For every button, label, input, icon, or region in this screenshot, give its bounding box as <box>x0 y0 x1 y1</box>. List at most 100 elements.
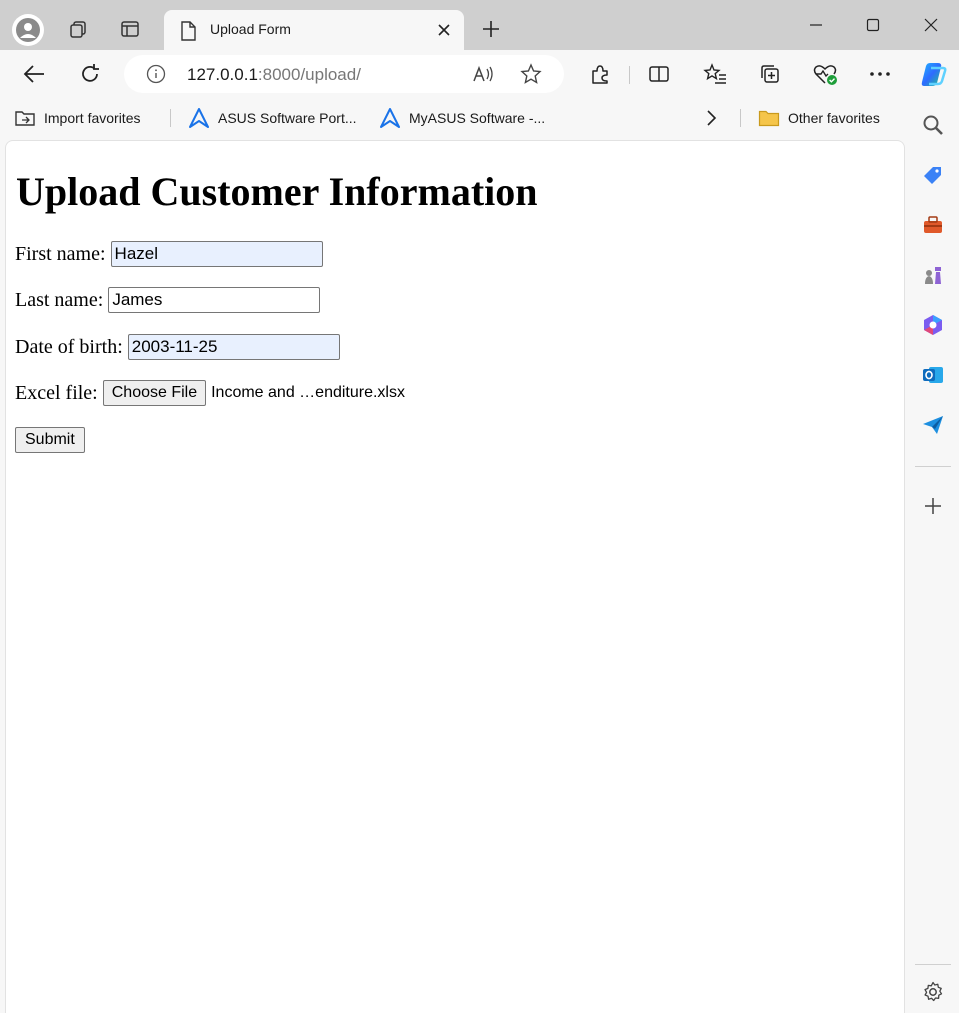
edge-sidebar <box>907 98 959 1013</box>
more-icon <box>870 72 890 76</box>
date-of-birth-label: Date of birth: <box>15 335 123 358</box>
favorite-myasus-software[interactable]: MyASUS Software -... <box>379 108 545 128</box>
collections-icon <box>761 65 779 83</box>
back-button[interactable] <box>20 60 48 88</box>
browser-essentials-button[interactable] <box>811 60 839 88</box>
tab-actions-icon <box>121 21 139 37</box>
workspaces-icon <box>70 21 86 38</box>
address-bar[interactable]: 127.0.0.1:8000/upload/ <box>124 55 564 93</box>
close-tab-icon[interactable] <box>434 20 454 40</box>
last-name-input[interactable] <box>108 287 321 313</box>
close-window-button[interactable] <box>917 12 945 38</box>
favorites-list-icon <box>703 63 726 84</box>
copilot-button[interactable] <box>918 59 948 89</box>
tab-upload-form[interactable]: Upload Form <box>164 10 464 50</box>
search-icon <box>923 115 943 135</box>
sidebar-microsoft-365-button[interactable] <box>921 313 945 337</box>
sidebar-divider <box>915 466 951 467</box>
url-host: 127.0.0.1 <box>187 65 258 84</box>
puzzle-icon <box>592 65 608 84</box>
refresh-button[interactable] <box>76 60 104 88</box>
extensions-button[interactable] <box>586 60 614 88</box>
favorite-label: MyASUS Software -... <box>409 110 546 126</box>
other-favorites-label: Other favorites <box>788 110 880 126</box>
page-viewport: Upload Customer Information First name: … <box>5 140 905 1013</box>
favorite-import[interactable]: Import favorites <box>14 108 140 128</box>
last-name-label: Last name: <box>15 288 104 311</box>
favorite-asus-software-portal[interactable]: ASUS Software Port... <box>188 108 357 128</box>
plus-icon <box>925 498 941 514</box>
first-name-label: First name: <box>15 242 106 265</box>
excel-file-row: Excel file: Choose File Income and …endi… <box>15 380 405 406</box>
submit-button[interactable]: Submit <box>15 427 85 453</box>
collections-button[interactable] <box>756 60 784 88</box>
sidebar-drop-button[interactable] <box>921 413 945 437</box>
choose-file-button[interactable]: Choose File <box>102 380 207 406</box>
settings-and-more-button[interactable] <box>866 60 894 88</box>
microsoft-365-icon <box>924 315 942 335</box>
sidebar-tools-button[interactable] <box>921 213 945 237</box>
minimize-icon <box>810 24 822 26</box>
chess-pieces-icon <box>925 267 941 284</box>
favorites-divider <box>170 109 171 127</box>
submit-row: Submit <box>15 427 85 453</box>
sidebar-games-button[interactable] <box>921 263 945 287</box>
tab-title: Upload Form <box>210 21 291 37</box>
sidebar-divider <box>915 964 951 965</box>
sidebar-search-button[interactable] <box>921 113 945 137</box>
date-of-birth-row: Date of birth: <box>15 334 340 360</box>
import-favorites-icon <box>15 111 35 126</box>
add-favorite-star-icon[interactable] <box>520 63 542 89</box>
date-of-birth-input[interactable] <box>127 334 340 360</box>
favorite-label: ASUS Software Port... <box>218 110 357 126</box>
toolbar: 127.0.0.1:8000/upload/ <box>0 50 959 98</box>
asus-logo-icon <box>380 108 400 128</box>
close-icon <box>924 18 938 32</box>
workspaces-button[interactable] <box>62 13 94 45</box>
shopping-tag-icon <box>924 167 941 184</box>
new-tab-button[interactable] <box>478 16 504 42</box>
page-heading: Upload Customer Information <box>16 169 538 214</box>
person-icon <box>16 18 40 42</box>
outlook-icon <box>923 367 943 383</box>
sidebar-add-button[interactable] <box>921 494 945 518</box>
copilot-icon <box>921 63 947 86</box>
gear-icon <box>924 981 943 1002</box>
maximize-icon <box>866 18 880 32</box>
last-name-row: Last name: <box>15 287 321 313</box>
plus-icon <box>483 21 499 37</box>
page-icon <box>180 21 196 45</box>
first-name-row: First name: <box>15 241 323 267</box>
favorites-divider <box>740 109 741 127</box>
minimize-button[interactable] <box>802 12 830 38</box>
back-arrow-icon <box>23 65 44 83</box>
site-info-icon[interactable] <box>146 64 166 88</box>
vertical-tabs-button[interactable] <box>114 13 146 45</box>
toolbox-icon <box>924 216 942 233</box>
refresh-icon <box>82 64 99 82</box>
url-path: :8000/upload/ <box>257 65 361 84</box>
url-text[interactable]: 127.0.0.1:8000/upload/ <box>187 65 361 85</box>
first-name-input[interactable] <box>110 241 323 267</box>
favorites-button[interactable] <box>701 60 729 88</box>
heart-pulse-icon <box>813 65 837 85</box>
favorite-label: Import favorites <box>44 110 141 126</box>
selected-file-name: Income and …enditure.xlsx <box>211 384 405 401</box>
profile-avatar[interactable] <box>12 14 44 46</box>
split-screen-icon <box>649 66 669 82</box>
send-plane-icon <box>923 416 943 434</box>
sidebar-settings-button[interactable] <box>921 980 945 1004</box>
title-bar: Upload Form <box>0 0 959 50</box>
split-screen-button[interactable] <box>645 60 673 88</box>
asus-logo-icon <box>189 108 209 128</box>
maximize-button[interactable] <box>859 12 887 38</box>
sidebar-shopping-button[interactable] <box>921 163 945 187</box>
sidebar-outlook-button[interactable] <box>921 363 945 387</box>
read-aloud-icon[interactable] <box>472 63 494 89</box>
favorites-overflow-button[interactable] <box>704 108 718 128</box>
favorite-other-favorites[interactable]: Other favorites <box>758 108 880 128</box>
folder-icon <box>758 110 780 127</box>
toolbar-divider <box>629 66 630 84</box>
excel-file-label: Excel file: <box>15 381 98 404</box>
favorites-bar: Import favorites ASUS Software Port... M… <box>0 98 905 138</box>
